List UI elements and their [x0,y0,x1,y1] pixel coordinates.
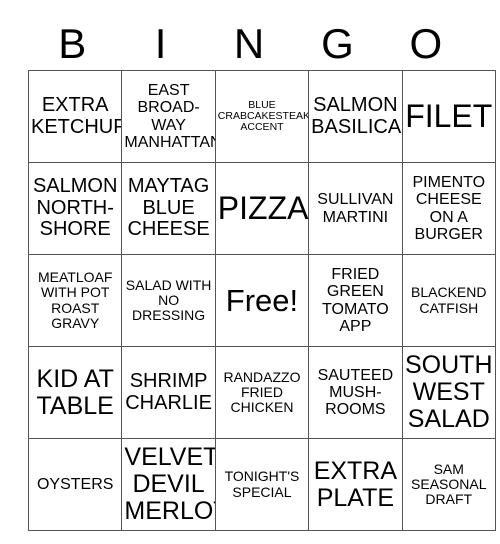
bingo-cell[interactable]: SALMON BASILICA [308,70,403,163]
bingo-cell[interactable]: PIMENTO CHEESE ON A BURGER [401,162,496,255]
bingo-cell[interactable]: RANDAZZO FRIED CHICKEN [214,346,310,439]
bingo-cell[interactable]: OYSTERS [27,438,123,531]
bingo-cell[interactable]: SHRIMP CHARLIE [121,346,216,439]
bingo-cell[interactable]: EXTRA PLATE [308,438,403,531]
bingo-cell[interactable]: MEATLOAF WITH POT ROAST GRAVY [27,254,123,347]
bingo-cell[interactable]: PIZZA [214,162,310,255]
bingo-cell[interactable]: MAYTAG BLUE CHEESE [121,162,216,255]
bingo-row: KID AT TABLE SHRIMP CHARLIE RANDAZZO FRI… [27,346,496,439]
bingo-row: OYSTERS VELVET DEVIL MERLOT TONIGHT'S SP… [27,438,496,531]
bingo-header-letter-n: N [233,20,265,67]
bingo-header: B I N G O [28,18,470,70]
bingo-card: B I N G O EXTRA KETCHUP EAST BROAD-WAY M… [27,18,496,531]
bingo-cell[interactable]: EAST BROAD-WAY MANHATTAN [121,70,216,163]
bingo-cell[interactable]: SAM SEASONAL DRAFT [401,438,496,531]
bingo-cell-free[interactable]: Free! [214,254,310,347]
bingo-cell[interactable]: SALAD WITH NO DRESSING [121,254,216,347]
bingo-row: EXTRA KETCHUP EAST BROAD-WAY MANHATTAN B… [27,70,496,163]
bingo-cell[interactable]: SOUTH WEST SALAD [401,346,496,439]
bingo-cell[interactable]: SULLIVAN MARTINI [308,162,403,255]
bingo-cell[interactable]: FILET [401,70,496,163]
bingo-cell[interactable]: SALMON NORTH-SHORE [27,162,123,255]
bingo-header-letter-i: I [154,20,167,67]
bingo-cell[interactable]: TONIGHT'S SPECIAL [214,438,310,531]
bingo-header-letter-o: O [409,20,443,67]
bingo-cell[interactable]: KID AT TABLE [27,346,123,439]
bingo-cell[interactable]: BLACKEND CATFISH [401,254,496,347]
bingo-grid: EXTRA KETCHUP EAST BROAD-WAY MANHATTAN B… [27,70,496,531]
bingo-cell[interactable]: SAUTEED MUSH-ROOMS [308,346,403,439]
bingo-header-letter-b: B [58,20,87,67]
bingo-row: MEATLOAF WITH POT ROAST GRAVY SALAD WITH… [27,254,496,347]
bingo-cell[interactable]: EXTRA KETCHUP [27,70,123,163]
bingo-cell[interactable]: FRIED GREEN TOMATO APP [308,254,403,347]
bingo-cell[interactable]: VELVET DEVIL MERLOT [121,438,216,531]
bingo-row: SALMON NORTH-SHORE MAYTAG BLUE CHEESE PI… [27,162,496,255]
bingo-cell[interactable]: BLUE CRABCAKESTEAK ACCENT [214,70,310,163]
bingo-header-letter-g: G [321,20,354,67]
